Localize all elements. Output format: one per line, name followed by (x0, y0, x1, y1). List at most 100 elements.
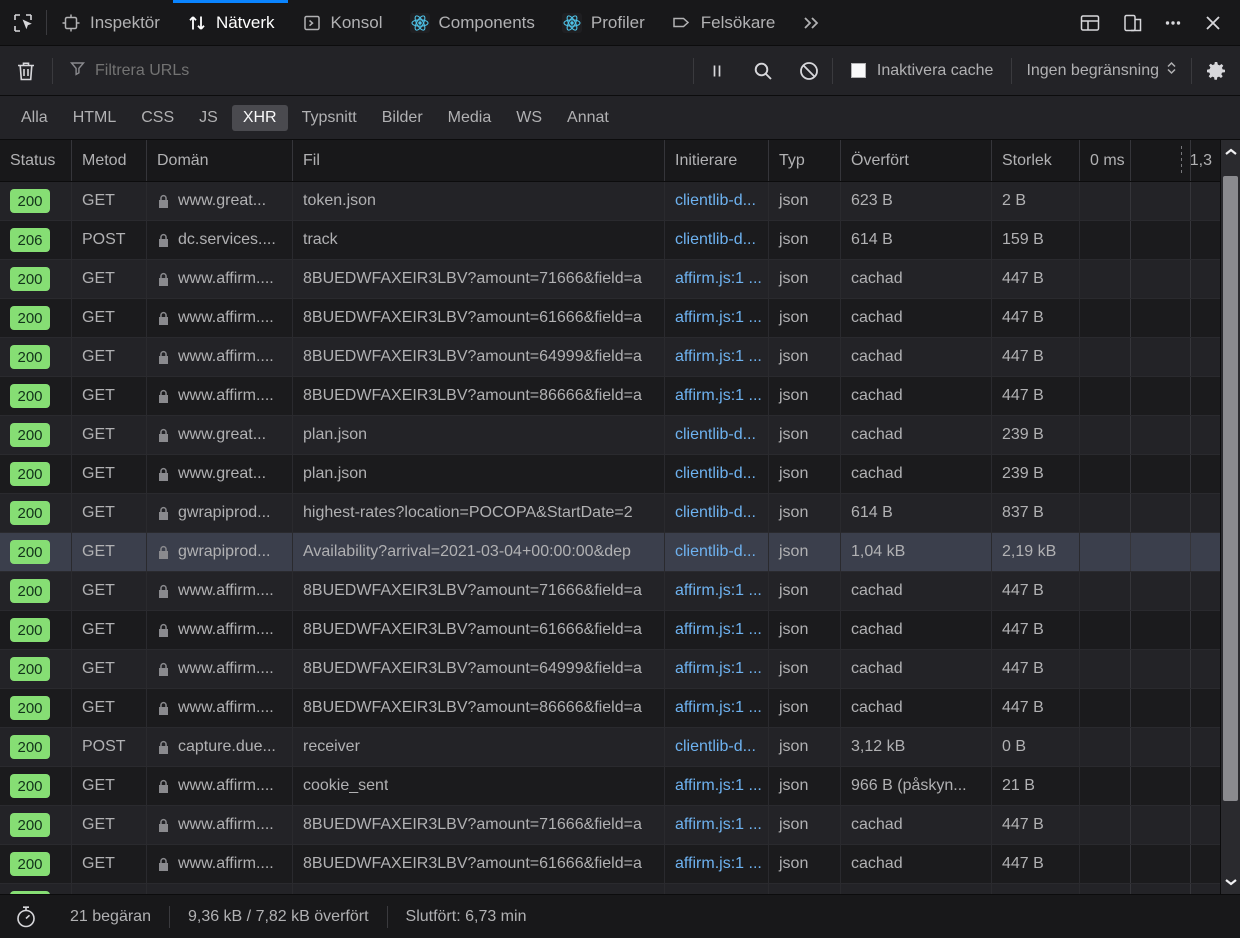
column-header-overfort[interactable]: Överfört (841, 140, 992, 181)
vertical-scrollbar[interactable] (1220, 140, 1240, 894)
table-row[interactable]: 200GETwww.great...plan.jsonclientlib-d..… (0, 455, 1220, 494)
initiator-link[interactable]: affirm.js:1 ... (675, 777, 762, 795)
disable-cache-checkbox[interactable]: Inaktivera cache (833, 62, 1012, 80)
initiator-link[interactable]: clientlib-d... (675, 231, 756, 249)
filter-pill-annat[interactable]: Annat (556, 105, 620, 131)
initiator-link[interactable]: affirm.js:1 ... (675, 387, 762, 405)
pause-icon[interactable] (694, 46, 740, 95)
cell-initiator[interactable]: affirm.js:1 ... (665, 650, 769, 688)
filter-pill-css[interactable]: CSS (130, 105, 185, 131)
filter-pill-html[interactable]: HTML (62, 105, 128, 131)
initiator-link[interactable]: clientlib-d... (675, 543, 756, 561)
filter-pill-js[interactable]: JS (188, 105, 229, 131)
scroll-down-arrow-icon[interactable] (1221, 870, 1240, 894)
table-row[interactable]: 200GETwww.affirm....8BUEDWFAXEIR3LBV?amo… (0, 338, 1220, 377)
initiator-link[interactable]: affirm.js:1 ... (675, 816, 762, 834)
filter-pill-alla[interactable]: Alla (10, 105, 59, 131)
initiator-link[interactable]: affirm.js:1 ... (675, 270, 762, 288)
tab-felsokare[interactable]: Felsökare (658, 0, 789, 45)
cell-initiator[interactable]: clientlib-d... (665, 494, 769, 532)
initiator-link[interactable]: clientlib-d... (675, 192, 756, 210)
meatball-menu-icon[interactable] (1154, 0, 1192, 46)
scroll-up-arrow-icon[interactable] (1221, 140, 1240, 164)
cell-initiator[interactable]: affirm.js:1 ... (665, 767, 769, 805)
cell-initiator[interactable]: affirm.js:1 ... (665, 806, 769, 844)
tab-konsol[interactable]: Konsol (288, 0, 396, 45)
filter-pill-bilder[interactable]: Bilder (371, 105, 434, 131)
table-row[interactable]: 200GETwww.affirm....8BUEDWFAXEIR3LBV?amo… (0, 689, 1220, 728)
search-icon[interactable] (740, 46, 786, 95)
table-row[interactable]: 200GETwww.affirm....8BUEDWFAXEIR3LBV?amo… (0, 377, 1220, 416)
column-header-metod[interactable]: Metod (72, 140, 147, 181)
cell-initiator[interactable]: affirm.js:1 ... (665, 572, 769, 610)
tab-natverk[interactable]: Nätverk (173, 0, 288, 45)
initiator-link[interactable]: affirm.js:1 ... (675, 855, 762, 873)
cell-initiator[interactable]: clientlib-d... (665, 416, 769, 454)
cell-initiator[interactable]: affirm.js:1 ... (665, 845, 769, 883)
column-header-storlek[interactable]: Storlek (992, 140, 1080, 181)
filter-urls-input[interactable]: Filtrera URLs (53, 46, 693, 95)
initiator-link[interactable]: affirm.js:1 ... (675, 309, 762, 327)
filter-pill-xhr[interactable]: XHR (232, 105, 288, 131)
table-row[interactable]: 200GETgwrapiprod...highest-rates?locatio… (0, 494, 1220, 533)
scrollbar-thumb[interactable] (1223, 176, 1238, 801)
initiator-link[interactable]: clientlib-d... (675, 738, 756, 756)
gear-icon[interactable] (1192, 46, 1240, 95)
column-header-timeline[interactable]: 0 ms 1,3 (1080, 140, 1220, 181)
table-row[interactable]: 200GETwww.affirm....8BUEDWFAXEIR3LBV?amo… (0, 650, 1220, 689)
block-icon[interactable] (786, 46, 832, 95)
chevrons-right-icon[interactable] (788, 0, 834, 45)
table-row[interactable]: 200GETwww.affirm....8BUEDWFAXEIR3LBV?amo… (0, 572, 1220, 611)
cell-initiator[interactable]: clientlib-d... (665, 182, 769, 220)
initiator-link[interactable]: affirm.js:1 ... (675, 660, 762, 678)
table-row[interactable]: 200GETwww.affirm....8BUEDWFAXEIR3LBV?amo… (0, 845, 1220, 884)
cell-initiator[interactable]: clientlib-d... (665, 728, 769, 766)
initiator-link[interactable]: affirm.js:1 ... (675, 582, 762, 600)
table-row[interactable]: 200GETwww.affirm....8BUEDWFAXEIR3LBV?amo… (0, 611, 1220, 650)
table-row[interactable]: 200GETgwrapiprod...Availability?arrival=… (0, 533, 1220, 572)
tab-inspektor[interactable]: Inspektör (47, 0, 173, 45)
element-picker-icon[interactable] (0, 0, 46, 45)
table-row[interactable]: 200GETwww.great...token.jsonclientlib-d.… (0, 182, 1220, 221)
table-row[interactable]: 200GETwww.affirm....cookie_sentaffirm.js… (0, 767, 1220, 806)
column-header-fil[interactable]: Fil (293, 140, 665, 181)
column-header-status[interactable]: Status (0, 140, 72, 181)
initiator-link[interactable]: affirm.js:1 ... (675, 699, 762, 717)
tab-components[interactable]: Components (396, 0, 548, 45)
initiator-link[interactable]: clientlib-d... (675, 465, 756, 483)
cell-initiator[interactable]: clientlib-d... (665, 533, 769, 571)
initiator-link[interactable]: clientlib-d... (675, 426, 756, 444)
initiator-link[interactable]: affirm.js:1 ... (675, 621, 762, 639)
cell-initiator[interactable]: affirm.js:1 ... (665, 338, 769, 376)
cell-initiator[interactable]: affirm.js:1 ... (665, 611, 769, 649)
filter-pill-typsnitt[interactable]: Typsnitt (291, 105, 368, 131)
trash-icon[interactable] (0, 46, 52, 95)
responsive-design-mode-icon[interactable] (1114, 0, 1152, 46)
scrollbar-track[interactable] (1221, 164, 1240, 870)
table-row[interactable]: 200GETwww.affirm....8BUEDWFAXEIR3LBV?amo… (0, 884, 1220, 894)
cell-initiator[interactable]: clientlib-d... (665, 221, 769, 259)
table-row[interactable]: 200GETwww.great...plan.jsonclientlib-d..… (0, 416, 1220, 455)
cell-initiator[interactable]: affirm.js:1 ... (665, 884, 769, 894)
column-header-doman[interactable]: Domän (147, 140, 293, 181)
table-row[interactable]: 200POSTcapture.due...receiverclientlib-d… (0, 728, 1220, 767)
cell-initiator[interactable]: affirm.js:1 ... (665, 689, 769, 727)
initiator-link[interactable]: affirm.js:1 ... (675, 348, 762, 366)
table-row[interactable]: 200GETwww.affirm....8BUEDWFAXEIR3LBV?amo… (0, 299, 1220, 338)
throttling-select[interactable]: Ingen begränsning (1012, 60, 1191, 81)
tab-profiler[interactable]: Profiler (548, 0, 658, 45)
filter-pill-ws[interactable]: WS (505, 105, 553, 131)
filter-pill-media[interactable]: Media (437, 105, 503, 131)
split-console-icon[interactable] (1071, 0, 1109, 46)
column-header-initierare[interactable]: Initierare (665, 140, 769, 181)
cell-initiator[interactable]: affirm.js:1 ... (665, 299, 769, 337)
column-header-typ[interactable]: Typ (769, 140, 841, 181)
table-row[interactable]: 200GETwww.affirm....8BUEDWFAXEIR3LBV?amo… (0, 260, 1220, 299)
close-icon[interactable] (1194, 0, 1232, 46)
cell-initiator[interactable]: affirm.js:1 ... (665, 377, 769, 415)
cell-initiator[interactable]: clientlib-d... (665, 455, 769, 493)
table-row[interactable]: 200GETwww.affirm....8BUEDWFAXEIR3LBV?amo… (0, 806, 1220, 845)
cell-initiator[interactable]: affirm.js:1 ... (665, 260, 769, 298)
stopwatch-icon[interactable] (0, 895, 52, 938)
table-row[interactable]: 206POSTdc.services....trackclientlib-d..… (0, 221, 1220, 260)
